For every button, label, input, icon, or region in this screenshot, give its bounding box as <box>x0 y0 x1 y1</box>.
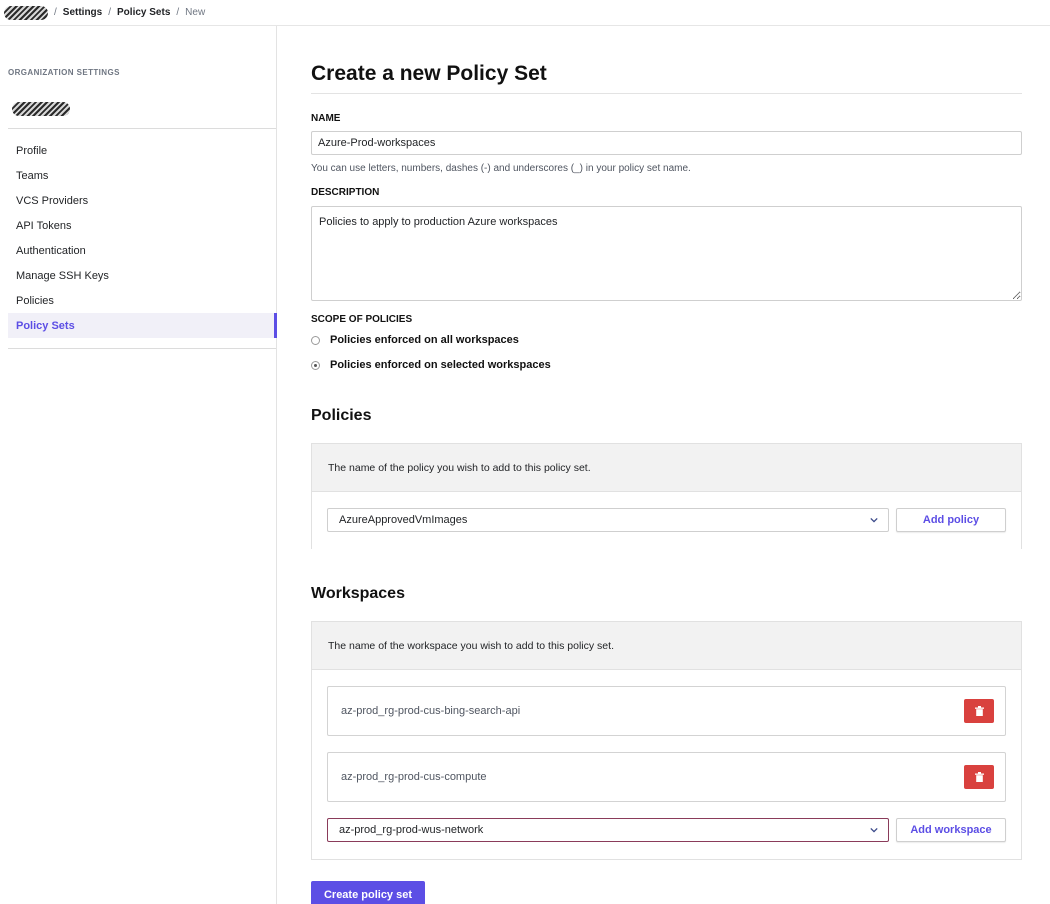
policies-section-title: Policies <box>311 407 372 424</box>
policy-select[interactable]: AzureApprovedVmImages <box>327 508 889 532</box>
remove-workspace-button[interactable] <box>964 699 994 723</box>
name-field[interactable] <box>311 131 1022 155</box>
title-divider <box>311 93 1022 94</box>
workspaces-section-title: Workspaces <box>311 585 405 602</box>
description-field[interactable]: Policies to apply to production Azure wo… <box>311 206 1022 301</box>
breadcrumb-separator: / <box>108 7 112 18</box>
sidebar-item-policies[interactable]: Policies <box>8 288 277 313</box>
sidebar-divider <box>8 348 276 349</box>
sidebar-item-policy-sets[interactable]: Policy Sets <box>8 313 277 338</box>
scope-option-label: Policies enforced on all workspaces <box>330 334 519 346</box>
page-title: Create a new Policy Set <box>311 62 547 85</box>
scope-option-selected-workspaces[interactable]: Policies enforced on selected workspaces <box>311 359 551 371</box>
trash-icon <box>974 772 984 782</box>
breadcrumb-current: New <box>185 7 206 18</box>
breadcrumb-separator: / <box>176 7 180 18</box>
sidebar-item-vcs-providers[interactable]: VCS Providers <box>8 188 277 213</box>
trash-icon <box>974 706 984 716</box>
description-label: DESCRIPTION <box>311 187 380 198</box>
name-label: NAME <box>311 113 341 124</box>
breadcrumb-settings[interactable]: Settings <box>63 7 102 18</box>
organization-name-redacted <box>12 102 70 116</box>
sidebar-item-authentication[interactable]: Authentication <box>8 238 277 263</box>
workspace-select[interactable]: az-prod_rg-prod-wus-network <box>327 818 889 842</box>
add-policy-button[interactable]: Add policy <box>896 508 1006 532</box>
add-workspace-button[interactable]: Add workspace <box>896 818 1006 842</box>
sidebar-item-api-tokens[interactable]: API Tokens <box>8 213 277 238</box>
policies-panel-hint: The name of the policy you wish to add t… <box>312 444 1021 492</box>
breadcrumb-policy-sets[interactable]: Policy Sets <box>117 7 170 18</box>
sidebar-item-profile[interactable]: Profile <box>8 138 277 163</box>
radio-button[interactable] <box>311 335 320 345</box>
policy-select-value: AzureApprovedVmImages <box>339 514 468 526</box>
sidebar-nav: Profile Teams VCS Providers API Tokens A… <box>8 138 277 338</box>
workspace-select-value: az-prod_rg-prod-wus-network <box>339 824 484 836</box>
sidebar-heading: ORGANIZATION SETTINGS <box>8 68 120 77</box>
sidebar-divider <box>8 128 276 129</box>
workspace-name: az-prod_rg-prod-cus-compute <box>341 771 487 783</box>
breadcrumb: / Settings / Policy Sets / New <box>0 0 1050 26</box>
chevron-down-icon <box>870 517 878 523</box>
chevron-down-icon <box>870 827 878 833</box>
workspace-item: az-prod_rg-prod-cus-compute <box>327 752 1006 802</box>
workspace-name: az-prod_rg-prod-cus-bing-search-api <box>341 705 521 717</box>
create-policy-set-button[interactable]: Create policy set <box>311 881 425 904</box>
workspace-item: az-prod_rg-prod-cus-bing-search-api <box>327 686 1006 736</box>
workspaces-panel: The name of the workspace you wish to ad… <box>311 621 1022 860</box>
sidebar-item-teams[interactable]: Teams <box>8 163 277 188</box>
breadcrumb-separator: / <box>54 7 57 18</box>
scope-option-all-workspaces[interactable]: Policies enforced on all workspaces <box>311 334 519 346</box>
remove-workspace-button[interactable] <box>964 765 994 789</box>
radio-button-selected[interactable] <box>311 360 320 370</box>
workspaces-panel-hint: The name of the workspace you wish to ad… <box>312 622 1021 670</box>
organization-name-redacted[interactable] <box>4 5 48 20</box>
scope-option-label: Policies enforced on selected workspaces <box>330 359 551 371</box>
policies-panel: The name of the policy you wish to add t… <box>311 443 1022 549</box>
sidebar-item-manage-ssh-keys[interactable]: Manage SSH Keys <box>8 263 277 288</box>
scope-label: SCOPE OF POLICIES <box>311 314 413 325</box>
sidebar: ORGANIZATION SETTINGS Profile Teams VCS … <box>0 26 277 904</box>
name-hint: You can use letters, numbers, dashes (-)… <box>311 163 691 174</box>
